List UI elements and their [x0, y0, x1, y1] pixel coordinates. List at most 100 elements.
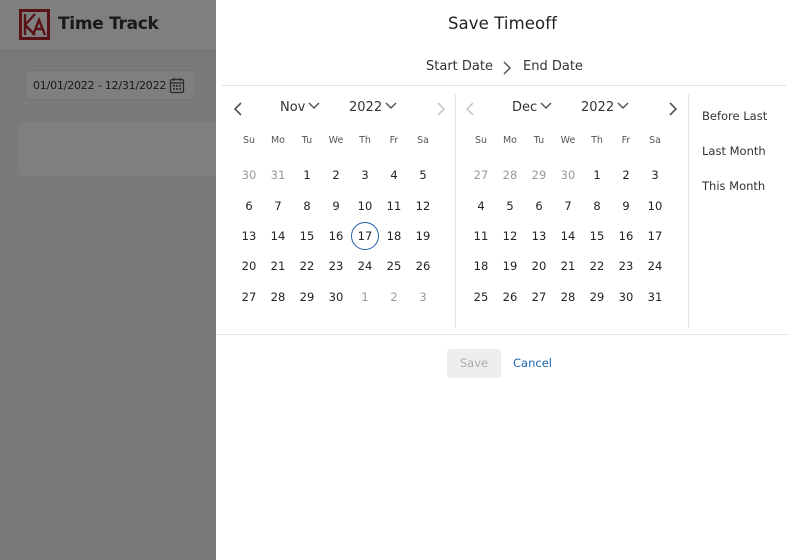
calendar-day[interactable]: 30: [235, 161, 263, 189]
calendar-day[interactable]: 11: [467, 222, 495, 250]
calendar-day[interactable]: 19: [409, 222, 437, 250]
calendar-day[interactable]: 2: [380, 283, 408, 311]
calendar-day[interactable]: 9: [322, 192, 350, 220]
calendar-day[interactable]: 28: [264, 283, 292, 311]
calendar-day[interactable]: 4: [380, 161, 408, 189]
calendar-day[interactable]: 8: [293, 192, 321, 220]
calendar-day[interactable]: 19: [496, 252, 524, 280]
calendar-day[interactable]: 4: [467, 192, 495, 220]
calendar-day[interactable]: 29: [525, 161, 553, 189]
calendar-day[interactable]: 23: [322, 252, 350, 280]
calendar-day[interactable]: 20: [235, 252, 263, 280]
calendar-day-today[interactable]: 17: [351, 222, 379, 250]
calendar-day[interactable]: 27: [467, 161, 495, 189]
modal-backdrop[interactable]: [0, 0, 216, 560]
calendar-day[interactable]: 18: [380, 222, 408, 250]
weekday-label: Tu: [533, 135, 545, 146]
calendar-day[interactable]: 11: [380, 192, 408, 220]
calendar-day[interactable]: 15: [293, 222, 321, 250]
calendar-day[interactable]: 8: [583, 192, 611, 220]
calendar-day[interactable]: 12: [496, 222, 524, 250]
weekday-label: Mo: [502, 135, 517, 146]
month-select[interactable]: Nov: [280, 100, 320, 115]
year-value: 2022: [581, 100, 615, 115]
calendar-day[interactable]: 25: [380, 252, 408, 280]
chevron-down-icon: [385, 102, 397, 110]
calendar-day[interactable]: 26: [496, 283, 524, 311]
calendar-day[interactable]: 26: [409, 252, 437, 280]
calendar-day[interactable]: 24: [641, 252, 669, 280]
calendar-day[interactable]: 14: [264, 222, 292, 250]
calendar-day[interactable]: 16: [612, 222, 640, 250]
calendar-day[interactable]: 21: [554, 252, 582, 280]
calendar-day[interactable]: 14: [554, 222, 582, 250]
calendar-day[interactable]: 24: [351, 252, 379, 280]
calendar-day[interactable]: 30: [554, 161, 582, 189]
weekday-label: Sa: [417, 135, 429, 146]
calendar-day[interactable]: 27: [525, 283, 553, 311]
year-value: 2022: [349, 100, 383, 115]
calendar-day[interactable]: 31: [641, 283, 669, 311]
calendar-day[interactable]: 31: [264, 161, 292, 189]
calendar-day[interactable]: 28: [554, 283, 582, 311]
calendar-day[interactable]: 18: [467, 252, 495, 280]
calendar-day[interactable]: 29: [293, 283, 321, 311]
divider: [222, 85, 786, 86]
calendar-day[interactable]: 1: [293, 161, 321, 189]
calendar-day[interactable]: 10: [641, 192, 669, 220]
next-month-button[interactable]: [433, 101, 447, 116]
calendar-day[interactable]: 22: [293, 252, 321, 280]
preset-before-last[interactable]: Before Last: [702, 109, 767, 123]
prev-month-button[interactable]: [232, 101, 246, 116]
calendar-day[interactable]: 5: [496, 192, 524, 220]
calendar-day[interactable]: 13: [235, 222, 263, 250]
calendar-day[interactable]: 28: [496, 161, 524, 189]
calendar-day[interactable]: 7: [554, 192, 582, 220]
chevron-right-icon: [502, 60, 512, 79]
calendar-day[interactable]: 9: [612, 192, 640, 220]
calendar-day[interactable]: 21: [264, 252, 292, 280]
calendar-day[interactable]: 25: [467, 283, 495, 311]
calendar-day[interactable]: 5: [409, 161, 437, 189]
calendar-day[interactable]: 20: [525, 252, 553, 280]
calendar-day[interactable]: 1: [351, 283, 379, 311]
chevron-down-icon: [308, 102, 320, 110]
calendar-november: Nov 2022 Su Mo Tu We Th Fr Sa 30 31 1 2 3 4 5 6 7 8 9 10 11…: [224, 94, 456, 328]
year-select[interactable]: 2022: [581, 100, 629, 115]
calendar-day[interactable]: 3: [641, 161, 669, 189]
save-timeoff-drawer: Save Timeoff Start Date End Date Nov 202…: [216, 0, 789, 560]
prev-month-button[interactable]: [464, 101, 478, 116]
year-select[interactable]: 2022: [349, 100, 397, 115]
calendar-day[interactable]: 3: [409, 283, 437, 311]
preset-this-month[interactable]: This Month: [702, 179, 765, 193]
calendar-day[interactable]: 6: [235, 192, 263, 220]
drawer-title: Save Timeoff: [447, 14, 558, 33]
month-select[interactable]: Dec: [512, 100, 552, 115]
calendar-day[interactable]: 23: [612, 252, 640, 280]
calendar-day[interactable]: 27: [235, 283, 263, 311]
calendar-day[interactable]: 2: [612, 161, 640, 189]
calendar-day[interactable]: 10: [351, 192, 379, 220]
calendar-day[interactable]: 6: [525, 192, 553, 220]
calendar-day[interactable]: 1: [583, 161, 611, 189]
next-month-button[interactable]: [665, 101, 679, 116]
calendar-day[interactable]: 29: [583, 283, 611, 311]
calendar-day[interactable]: 30: [322, 283, 350, 311]
calendar-day[interactable]: 17: [641, 222, 669, 250]
weekday-label: Fr: [621, 135, 631, 146]
preset-last-month[interactable]: Last Month: [702, 144, 766, 158]
month-value: Dec: [512, 100, 538, 115]
cancel-button[interactable]: Cancel: [513, 356, 552, 370]
calendar-day[interactable]: 22: [583, 252, 611, 280]
calendar-day[interactable]: 12: [409, 192, 437, 220]
month-value: Nov: [280, 100, 306, 115]
calendar-day[interactable]: 2: [322, 161, 350, 189]
calendar-day[interactable]: 7: [264, 192, 292, 220]
calendar-day[interactable]: 15: [583, 222, 611, 250]
save-button[interactable]: Save: [447, 349, 501, 378]
calendar-day[interactable]: 16: [322, 222, 350, 250]
weekday-label: Su: [242, 135, 256, 146]
calendar-day[interactable]: 30: [612, 283, 640, 311]
calendar-day[interactable]: 3: [351, 161, 379, 189]
calendar-day[interactable]: 13: [525, 222, 553, 250]
